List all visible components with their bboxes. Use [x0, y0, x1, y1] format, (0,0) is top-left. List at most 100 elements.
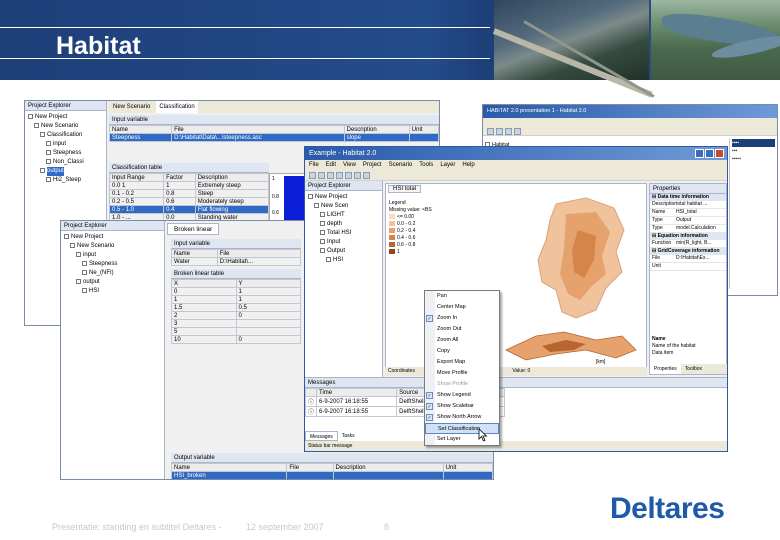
tree-item[interactable]: HSI: [308, 256, 379, 265]
context-menu-item[interactable]: Pan: [425, 291, 499, 302]
new-icon[interactable]: [309, 172, 316, 179]
tab-classification[interactable]: Classification: [156, 101, 198, 113]
context-menu-item[interactable]: Copy: [425, 346, 499, 357]
menu-item[interactable]: File: [309, 160, 319, 170]
table-row[interactable]: 0.5 - 1.0 0.4 Flat flowing: [108, 205, 270, 214]
property-row[interactable]: Unit: [650, 263, 726, 271]
classification-table[interactable]: Input Range Factor Description 0.0 1 1 Extre…: [108, 173, 270, 222]
tree-item[interactable]: output: [64, 278, 161, 287]
table-row[interactable]: Water D:\Habitat\...: [171, 257, 302, 266]
tree-item[interactable]: New Scenario: [28, 122, 103, 131]
tree-item[interactable]: input: [64, 251, 161, 260]
tab-tasks[interactable]: Tasks: [338, 431, 359, 441]
tree-item[interactable]: New Scenario: [64, 242, 161, 251]
maximize-button[interactable]: [705, 149, 714, 158]
property-row[interactable]: Description total habitat ...: [650, 201, 726, 209]
table-row[interactable]: 0.2 - 0.5 0.6 Moderately steep: [108, 197, 270, 206]
property-section-header[interactable]: ⊟ GridCoverage information: [650, 248, 726, 255]
tree-item[interactable]: Input: [308, 238, 379, 247]
legend-item: 1: [389, 249, 437, 256]
tree-item[interactable]: Output: [308, 247, 379, 256]
broken-project-tree[interactable]: New Project New Scenario input Steepness Ne_…: [61, 231, 164, 298]
menu-item[interactable]: Edit: [326, 160, 336, 170]
property-row[interactable]: File D:\Habitat\Ex...: [650, 255, 726, 263]
context-menu-item[interactable]: Move Profile: [425, 368, 499, 379]
broken-linear-table[interactable]: XY 0 1 1 1 1.5 0.5 2 0 3 5 10 0: [171, 279, 301, 344]
property-value: D:\Habitat\Ex...: [676, 255, 710, 261]
output-table[interactable]: Name File Description Unit HSI_broken: [170, 463, 493, 479]
property-row[interactable]: Type model.Calculation: [650, 225, 726, 233]
tree-item[interactable]: HSI: [64, 287, 161, 296]
context-menu-label: Copy: [437, 348, 450, 354]
tree-item[interactable]: New Project: [308, 193, 379, 202]
context-menu-item[interactable]: ✓ Show Legend: [425, 390, 499, 401]
cut-icon[interactable]: [336, 172, 343, 179]
tree-item[interactable]: depth: [308, 220, 379, 229]
context-menu-item[interactable]: ✓ Show Scalebar: [425, 401, 499, 412]
property-section-header[interactable]: ⊟ Equation information: [650, 233, 726, 240]
folder-icon: [40, 167, 45, 173]
property-section-header[interactable]: ⊟ Data time information: [650, 194, 726, 201]
table-row[interactable]: 10 0: [171, 335, 301, 344]
tree-item[interactable]: Total HSI: [308, 229, 379, 238]
tree-item[interactable]: Hi2_Steep: [28, 176, 103, 185]
copy-icon[interactable]: [345, 172, 352, 179]
menu-item[interactable]: Tools: [419, 160, 433, 170]
run-icon[interactable]: [363, 172, 370, 179]
open-icon[interactable]: [318, 172, 325, 179]
tree-item[interactable]: New Scen: [308, 202, 379, 211]
broken-input-table[interactable]: Name File Water D:\Habitat\...: [171, 249, 302, 266]
table-row[interactable]: 0.0 1 1 Extremely steep: [108, 181, 270, 190]
tree-item[interactable]: Ne_(NFI): [64, 269, 161, 278]
back-project-tree[interactable]: New Project New Scenario Classification inp…: [25, 111, 106, 187]
property-row[interactable]: Name HSI_total: [650, 209, 726, 217]
table-row[interactable]: 5: [171, 327, 301, 336]
menu-item[interactable]: Help: [462, 160, 474, 170]
table-row[interactable]: 01: [171, 287, 301, 296]
tree-item[interactable]: Steepness: [28, 149, 103, 158]
tree-item[interactable]: LIGHT: [308, 211, 379, 220]
tab-hsi-total[interactable]: HSI total: [388, 185, 422, 193]
tab-messages[interactable]: Messages: [305, 431, 338, 441]
tree-item[interactable]: New Project: [28, 113, 103, 122]
tree-item[interactable]: Non_Classi: [28, 158, 103, 167]
context-menu-item[interactable]: ✓ Zoom In: [425, 313, 499, 324]
table-row[interactable]: 1.5 0.5: [171, 303, 301, 312]
tab-toolbox[interactable]: Toolbox: [681, 364, 706, 374]
save-icon[interactable]: [327, 172, 334, 179]
table-row[interactable]: 3: [171, 319, 301, 328]
tree-item[interactable]: Steepness: [64, 260, 161, 269]
property-row[interactable]: Function min(R_light, B...: [650, 240, 726, 248]
tree-item[interactable]: New Project: [64, 233, 161, 242]
context-menu-item[interactable]: Zoom Out: [425, 324, 499, 335]
tree-item[interactable]: output: [28, 167, 103, 176]
context-menu-item[interactable]: Center Map: [425, 302, 499, 313]
context-menu-item[interactable]: Show Profile: [425, 379, 499, 390]
back-input-table[interactable]: Name File Description Unit Steepness D:\Habi…: [108, 125, 439, 142]
table-row[interactable]: 20: [171, 311, 301, 320]
context-menu-item[interactable]: Export Map: [425, 357, 499, 368]
tree-item[interactable]: Classification: [28, 131, 103, 140]
col-name: Name: [170, 463, 288, 472]
context-menu-item[interactable]: ✓ Show North Arrow: [425, 412, 499, 423]
minimize-button[interactable]: [695, 149, 704, 158]
menu-item[interactable]: Layer: [440, 160, 455, 170]
properties-grid[interactable]: ⊟ Data time information Description total …: [650, 194, 726, 271]
main-project-tree[interactable]: New Project New Scen LIGHT depth Total HSI In…: [305, 191, 382, 267]
menu-item[interactable]: Scenario: [389, 160, 413, 170]
tab-new-scenario[interactable]: New Scenario: [113, 101, 150, 113]
menu-item[interactable]: Project: [363, 160, 382, 170]
cell: slope: [343, 133, 410, 142]
tab-properties[interactable]: Properties: [650, 364, 681, 374]
table-row[interactable]: 11: [171, 295, 301, 304]
table-row[interactable]: Steepness D:\Habitat\Data\...\steepness.a…: [108, 133, 439, 142]
table-row[interactable]: HSI_broken: [170, 471, 493, 479]
table-row[interactable]: 0.1 - 0.2 0.8 Steep: [108, 189, 270, 198]
close-button[interactable]: [715, 149, 724, 158]
paste-icon[interactable]: [354, 172, 361, 179]
tab-broken-linear[interactable]: Broken linear: [167, 223, 220, 235]
tree-item[interactable]: input: [28, 140, 103, 149]
property-row[interactable]: Type Output: [650, 217, 726, 225]
context-menu-item[interactable]: Zoom All: [425, 335, 499, 346]
menu-item[interactable]: View: [343, 160, 356, 170]
